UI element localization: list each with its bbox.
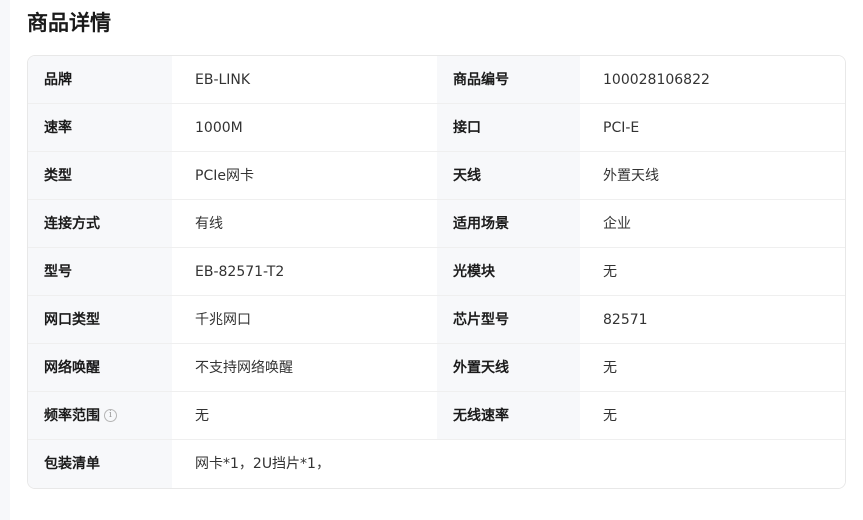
spec-row: 频率范围 i 无 无线速率 无 xyxy=(28,392,845,440)
spec-label: 网口类型 xyxy=(28,296,172,343)
spec-label: 外置天线 xyxy=(437,344,580,391)
spec-value: 无 xyxy=(580,248,845,295)
spec-value: EB-82571-T2 xyxy=(172,248,437,295)
spec-label: 无线速率 xyxy=(437,392,580,439)
spec-value: 100028106822 xyxy=(580,56,845,103)
spec-value: 企业 xyxy=(580,200,845,247)
spec-value: 有线 xyxy=(172,200,437,247)
info-circle-icon[interactable]: i xyxy=(104,409,117,422)
spec-value: 无 xyxy=(580,392,845,439)
spec-label-text: 频率范围 xyxy=(44,407,100,424)
spec-row: 类型 PCIe网卡 天线 外置天线 xyxy=(28,152,845,200)
spec-row: 品牌 EB-LINK 商品编号 100028106822 xyxy=(28,56,845,104)
spec-row: 速率 1000M 接口 PCI-E xyxy=(28,104,845,152)
spec-value: 外置天线 xyxy=(580,152,845,199)
spec-table: 品牌 EB-LINK 商品编号 100028106822 速率 1000M 接口… xyxy=(27,55,846,489)
spec-label: 速率 xyxy=(28,104,172,151)
spec-label: 包装清单 xyxy=(28,440,172,488)
spec-value: 无 xyxy=(580,344,845,391)
spec-row: 连接方式 有线 适用场景 企业 xyxy=(28,200,845,248)
product-details-panel: 商品详情 品牌 EB-LINK 商品编号 100028106822 速率 100… xyxy=(10,0,863,520)
spec-value: 千兆网口 xyxy=(172,296,437,343)
spec-label-with-info: 频率范围 i xyxy=(28,392,172,439)
spec-label: 光模块 xyxy=(437,248,580,295)
spec-row-package: 包装清单 网卡*1，2U挡片*1， xyxy=(28,440,845,488)
spec-value: 1000M xyxy=(172,104,437,151)
spec-value: 不支持网络唤醒 xyxy=(172,344,437,391)
spec-label: 芯片型号 xyxy=(437,296,580,343)
section-title: 商品详情 xyxy=(27,11,111,35)
spec-label: 适用场景 xyxy=(437,200,580,247)
spec-value: 无 xyxy=(172,392,437,439)
spec-label: 网络唤醒 xyxy=(28,344,172,391)
spec-label: 连接方式 xyxy=(28,200,172,247)
spec-label: 接口 xyxy=(437,104,580,151)
spec-value: PCIe网卡 xyxy=(172,152,437,199)
spec-label: 类型 xyxy=(28,152,172,199)
spec-row: 型号 EB-82571-T2 光模块 无 xyxy=(28,248,845,296)
spec-value: EB-LINK xyxy=(172,56,437,103)
spec-label: 型号 xyxy=(28,248,172,295)
spec-label: 品牌 xyxy=(28,56,172,103)
spec-label: 商品编号 xyxy=(437,56,580,103)
spec-value: 82571 xyxy=(580,296,845,343)
spec-row: 网络唤醒 不支持网络唤醒 外置天线 无 xyxy=(28,344,845,392)
spec-label: 天线 xyxy=(437,152,580,199)
spec-value: PCI-E xyxy=(580,104,845,151)
spec-row: 网口类型 千兆网口 芯片型号 82571 xyxy=(28,296,845,344)
spec-value: 网卡*1，2U挡片*1， xyxy=(172,440,845,488)
